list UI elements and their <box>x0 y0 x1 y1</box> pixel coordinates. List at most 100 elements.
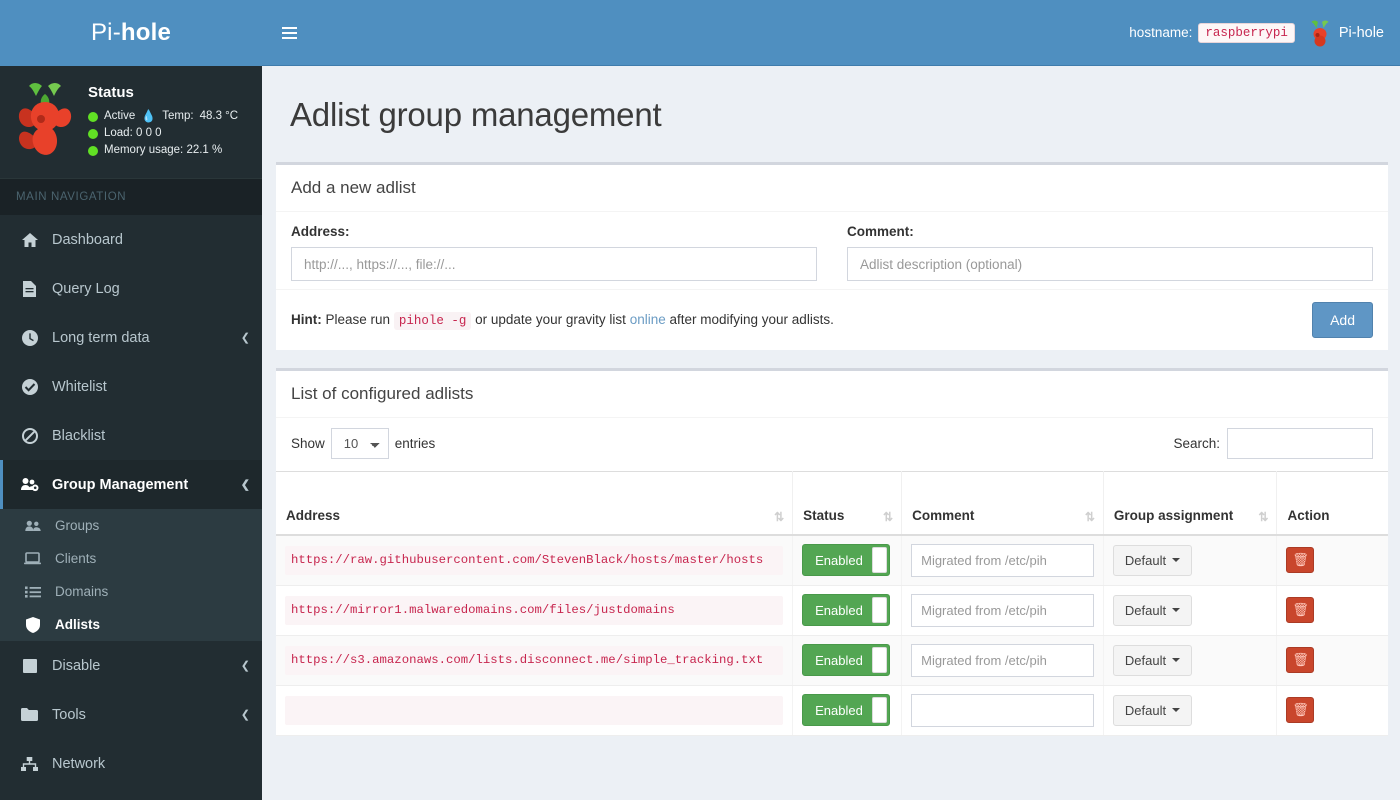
status-toggle-label: Enabled <box>815 602 863 618</box>
gravity-online-link[interactable]: online <box>630 312 666 327</box>
ban-icon <box>19 427 40 444</box>
sidebar-item-groups[interactable]: Groups <box>0 509 262 542</box>
delete-button[interactable]: 🗑 <box>1286 547 1315 573</box>
sidebar-item-tools[interactable]: Tools ❮ <box>0 690 262 739</box>
pihole-brand-label: Pi-hole <box>1338 24 1384 41</box>
group-assignment-dropdown[interactable]: Default <box>1112 594 1193 626</box>
status-load-label: Load: 0 0 0 <box>104 127 162 139</box>
column-header-status[interactable]: Status ⇅ <box>792 471 903 536</box>
group-assignment-dropdown[interactable]: Default <box>1112 694 1193 726</box>
group-assignment-label: Default <box>1124 702 1167 718</box>
page-length-select[interactable]: 10 25 50 100 All <box>330 428 389 459</box>
hint-part-3: after modifying your adlists. <box>669 312 834 327</box>
clock-icon <box>19 329 40 346</box>
status-title: Status <box>88 84 134 101</box>
trash-icon: 🗑 <box>1292 702 1309 717</box>
pihole-brand-link[interactable]: Pi-hole <box>1309 19 1384 47</box>
column-header-address[interactable]: Address ⇅ <box>276 471 794 536</box>
sidebar-item-query-log[interactable]: Query Log <box>0 264 262 313</box>
cell-status: Enabled <box>792 534 903 586</box>
users-gear-icon <box>19 477 40 492</box>
sidebar-item-disable[interactable]: Disable ❮ <box>0 641 262 690</box>
sidebar-item-dashboard[interactable]: Dashboard <box>0 215 262 264</box>
group-assignment-dropdown[interactable]: Default <box>1112 644 1193 676</box>
column-label: Status <box>803 507 845 523</box>
comment-field-group: Comment: <box>847 224 1373 281</box>
status-toggle[interactable]: Enabled <box>802 544 891 576</box>
group-assignment-label: Default <box>1124 552 1167 568</box>
list-icon <box>22 586 43 598</box>
row-comment-input[interactable] <box>911 543 1094 577</box>
column-header-comment[interactable]: Comment ⇅ <box>901 471 1104 536</box>
comment-input[interactable] <box>847 247 1373 281</box>
address-input[interactable] <box>291 247 817 281</box>
folder-icon <box>19 708 40 721</box>
toggle-knob <box>872 647 888 673</box>
page-length-control: Show 10 25 50 100 All entries <box>291 428 435 459</box>
search-input[interactable] <box>1227 428 1373 459</box>
sidebar-item-group-management[interactable]: Group Management ❮ <box>0 460 262 509</box>
table-tools-row: Show 10 25 50 100 All entries Search: <box>276 418 1388 471</box>
cell-address: https://raw.githubusercontent.com/Steven… <box>276 534 794 586</box>
sidebar-brand[interactable]: Pi-hole <box>0 0 262 66</box>
sidebar-subnav-group-management: Groups Clients Domains Adlists <box>0 509 262 641</box>
sidebar-item-settings[interactable]: Settings <box>0 788 262 800</box>
chevron-down-icon: ❮ <box>240 709 250 721</box>
delete-button[interactable]: 🗑 <box>1286 647 1315 673</box>
add-button[interactable]: Add <box>1312 302 1373 338</box>
search-label: Search: <box>1173 436 1220 451</box>
main-area: hostname: raspberrypi Pi-hole Adlist gro… <box>262 0 1400 800</box>
sidebar-item-blacklist[interactable]: Blacklist <box>0 411 262 460</box>
search-control: Search: <box>1173 428 1373 459</box>
row-comment-input[interactable] <box>911 643 1094 677</box>
adlist-address-text: https://mirror1.malwaredomains.com/files… <box>285 595 784 625</box>
toggle-knob <box>872 697 888 723</box>
adlist-table-head: Address ⇅ Status ⇅ Comment ⇅ Group assig… <box>276 471 1388 536</box>
status-temp-label: Temp: <box>162 110 194 122</box>
home-icon <box>19 232 40 247</box>
hamburger-icon[interactable] <box>280 23 299 43</box>
group-assignment-dropdown[interactable]: Default <box>1112 544 1193 576</box>
cell-action: 🗑 <box>1276 685 1388 736</box>
row-comment-input[interactable] <box>911 593 1094 627</box>
row-comment-input[interactable] <box>911 693 1094 727</box>
sidebar-item-label: Blacklist <box>52 427 106 444</box>
sidebar-item-whitelist[interactable]: Whitelist <box>0 362 262 411</box>
status-line-load: Load: 0 0 0 <box>88 125 238 142</box>
sidebar-item-clients[interactable]: Clients <box>0 542 262 575</box>
address-field-group: Address: <box>291 224 817 281</box>
table-row: https://mirror1.malwaredomains.com/files… <box>276 585 1388 636</box>
cell-address <box>276 685 794 736</box>
status-toggle[interactable]: Enabled <box>802 594 891 626</box>
table-row: https://raw.githubusercontent.com/Steven… <box>276 534 1388 586</box>
sidebar-item-label: Group Management <box>52 476 189 493</box>
status-line-memory: Memory usage: 22.1 % <box>88 142 238 159</box>
delete-button[interactable]: 🗑 <box>1286 697 1315 723</box>
sidebar-item-network[interactable]: Network <box>0 739 262 788</box>
status-toggle[interactable]: Enabled <box>802 694 891 726</box>
brand-prefix: Pi- <box>90 19 121 46</box>
caret-down-icon <box>1172 608 1181 612</box>
delete-button[interactable]: 🗑 <box>1286 597 1315 623</box>
sidebar-item-domains[interactable]: Domains <box>0 575 262 608</box>
sidebar-item-label: Whitelist <box>52 378 107 395</box>
sidebar-item-label: Tools <box>52 706 86 723</box>
nav-section-header: MAIN NAVIGATION <box>0 179 262 215</box>
status-toggle[interactable]: Enabled <box>802 644 891 676</box>
trash-icon: 🗑 <box>1292 652 1309 667</box>
cell-action: 🗑 <box>1276 534 1388 586</box>
caret-down-icon <box>1172 708 1181 712</box>
group-assignment-label: Default <box>1124 652 1167 668</box>
hostname-label: hostname: <box>1129 25 1193 40</box>
column-header-group-assignment[interactable]: Group assignment ⇅ <box>1103 471 1278 536</box>
status-text-block: Status Active 💧 Temp: 48.3 °C Load: 0 0 … <box>88 80 238 162</box>
adlist-table-box: List of configured adlists Show 10 25 50… <box>276 368 1388 736</box>
cell-group-assignment: Default <box>1103 585 1278 636</box>
cell-status: Enabled <box>792 685 903 736</box>
trash-icon: 🗑 <box>1292 552 1309 567</box>
chevron-down-icon: ❮ <box>240 479 250 491</box>
sidebar-item-adlists[interactable]: Adlists <box>0 608 262 641</box>
sort-icon: ⇅ <box>883 509 893 524</box>
sidebar-item-long-term-data[interactable]: Long term data ❮ <box>0 313 262 362</box>
add-adlist-body: Address: Comment: <box>276 212 1388 289</box>
